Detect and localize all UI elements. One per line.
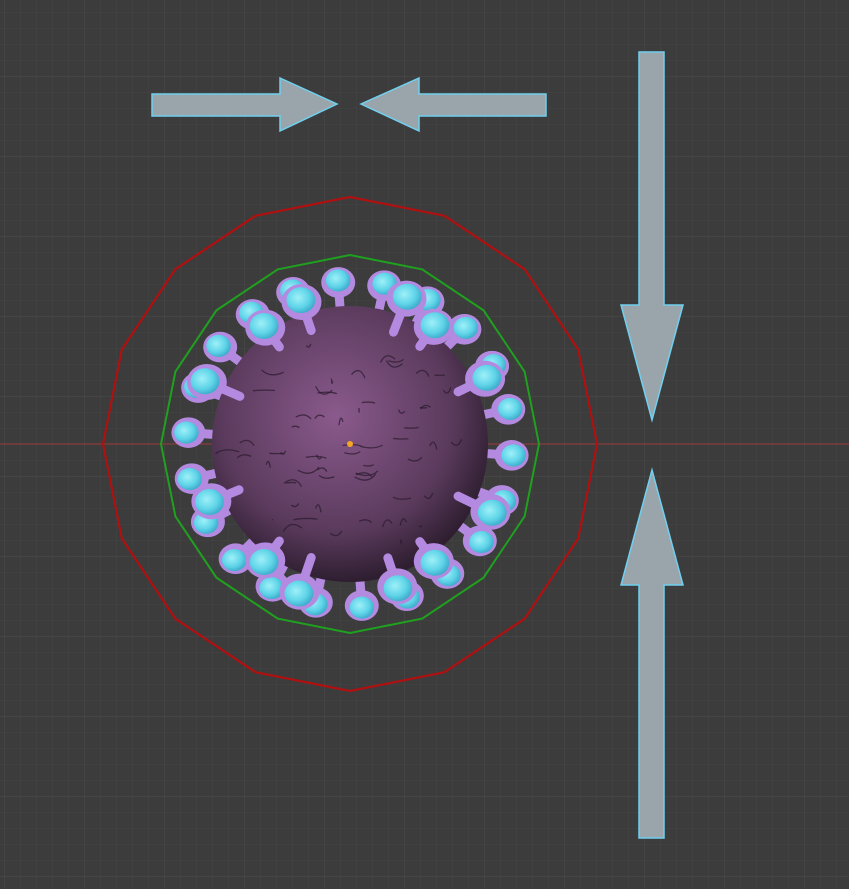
surface-ridge	[393, 438, 408, 439]
3d-viewport[interactable]	[0, 0, 849, 889]
origin-marker[interactable]	[347, 441, 353, 447]
viewport-canvas	[0, 0, 849, 889]
surface-ridge	[253, 390, 275, 391]
